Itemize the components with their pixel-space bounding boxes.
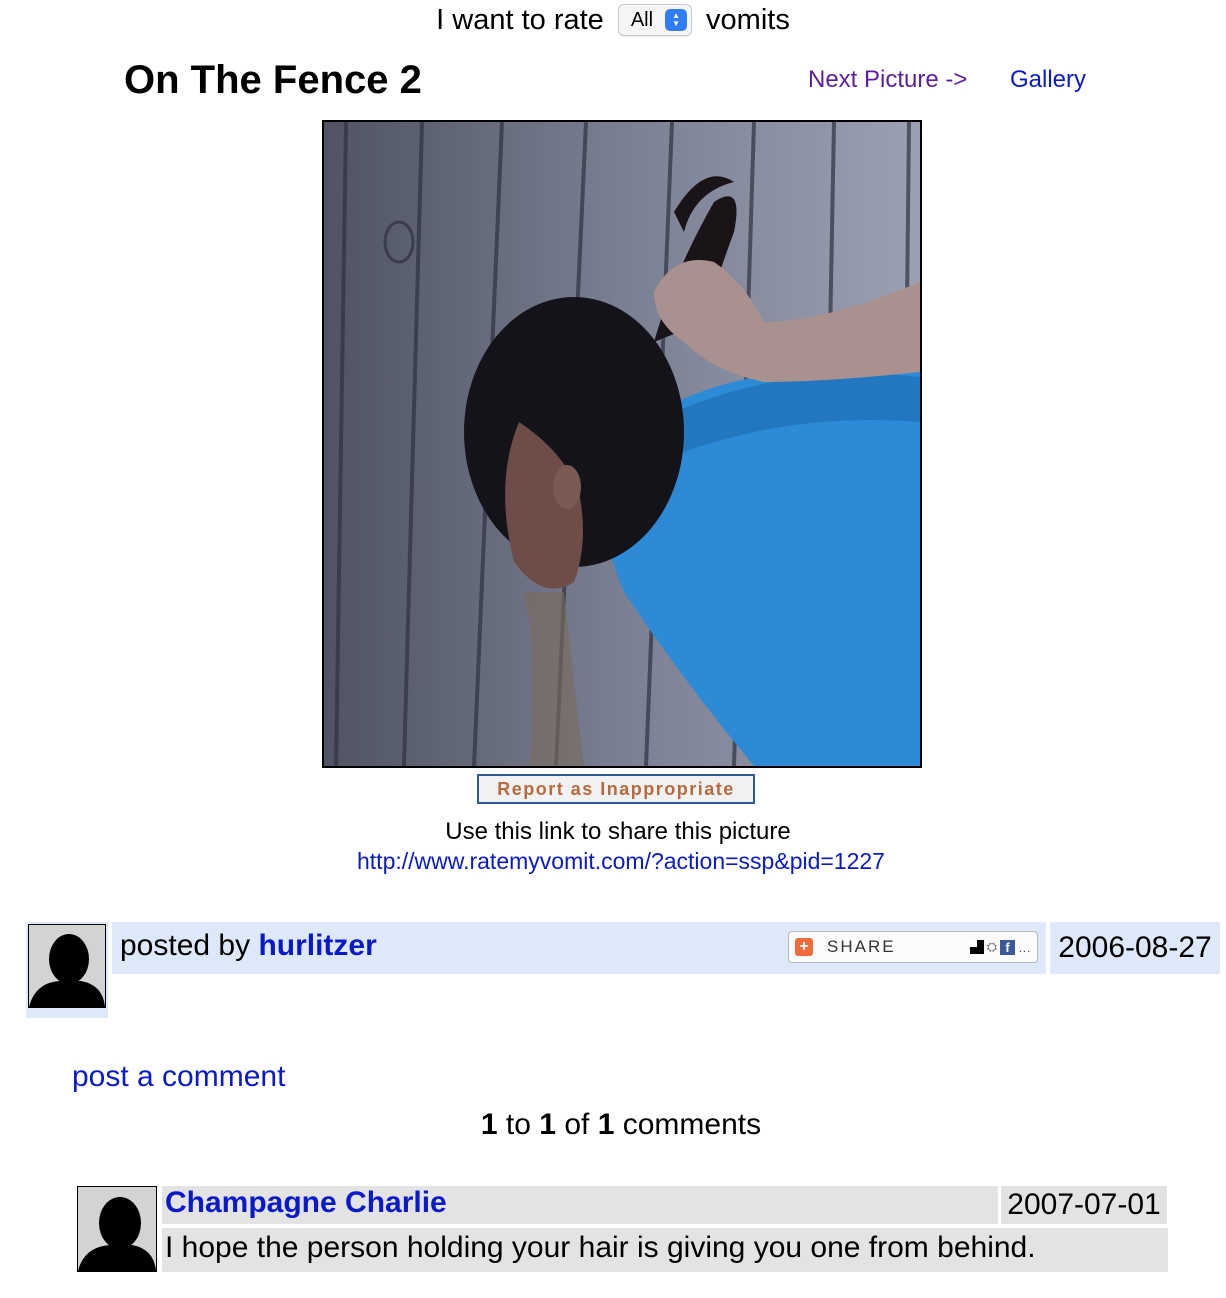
digg-icon: ⛭ xyxy=(986,939,997,954)
share-widget-label: SHARE xyxy=(827,937,896,956)
share-url-link[interactable]: http://www.ratemyvomit.com/?action=ssp&p… xyxy=(0,848,1226,875)
comment-count: 1 to 1 of 1 comments xyxy=(0,1108,1226,1142)
facebook-icon: f xyxy=(1000,939,1015,955)
delicious-icon xyxy=(969,940,984,954)
rate-suffix-label: vomits xyxy=(706,3,790,36)
vomit-photo xyxy=(322,120,922,768)
share-caption: Use this link to share this picture xyxy=(445,818,791,845)
commenter-link[interactable]: Champagne Charlie xyxy=(165,1186,447,1220)
more-icon: … xyxy=(1018,939,1031,955)
commenter-avatar-container xyxy=(77,1186,157,1272)
select-arrows-icon: ▲ ▼ xyxy=(665,9,688,31)
comment-range-to: 1 xyxy=(539,1108,556,1141)
user-silhouette-icon xyxy=(78,1197,156,1271)
author-link[interactable]: hurlitzer xyxy=(258,929,376,962)
category-select-value: All xyxy=(630,8,654,31)
rate-filter-bar: I want to rate All ▲ ▼ vomits xyxy=(0,0,1226,40)
comment-text: I hope the person holding your hair is g… xyxy=(162,1228,1168,1272)
commenter-avatar[interactable] xyxy=(77,1186,157,1272)
comment-range-from: 1 xyxy=(480,1108,498,1141)
category-select[interactable]: All ▲ ▼ xyxy=(617,4,693,36)
rate-prefix-label: I want to rate xyxy=(436,3,604,36)
post-date: 2006-08-27 xyxy=(1050,922,1220,974)
next-picture-link[interactable]: Next Picture -> xyxy=(808,66,967,94)
comment-range-of-label: of xyxy=(564,1108,590,1141)
posted-by: posted by hurlitzer xyxy=(120,929,377,963)
report-inappropriate-button[interactable]: Report as Inappropriate xyxy=(477,774,755,804)
user-silhouette-icon xyxy=(29,934,105,1007)
posted-by-label: posted by xyxy=(120,929,251,962)
page-title: On The Fence 2 xyxy=(124,58,422,102)
share-service-icons: ⛭ f … xyxy=(969,939,1031,955)
comment-date: 2007-07-01 xyxy=(1001,1186,1167,1224)
post-comment-link[interactable]: post a comment xyxy=(72,1060,285,1094)
comment-count-suffix: comments xyxy=(622,1108,762,1141)
share-widget[interactable]: + SHARE ⛭ f … xyxy=(788,931,1038,963)
poster-avatar-container xyxy=(26,922,108,1018)
comment-range-to-label: to xyxy=(505,1108,531,1141)
poster-avatar[interactable] xyxy=(28,924,106,1008)
gallery-link[interactable]: Gallery xyxy=(1010,66,1086,94)
share-plus-icon: + xyxy=(795,938,813,956)
comment-total: 1 xyxy=(597,1108,615,1141)
